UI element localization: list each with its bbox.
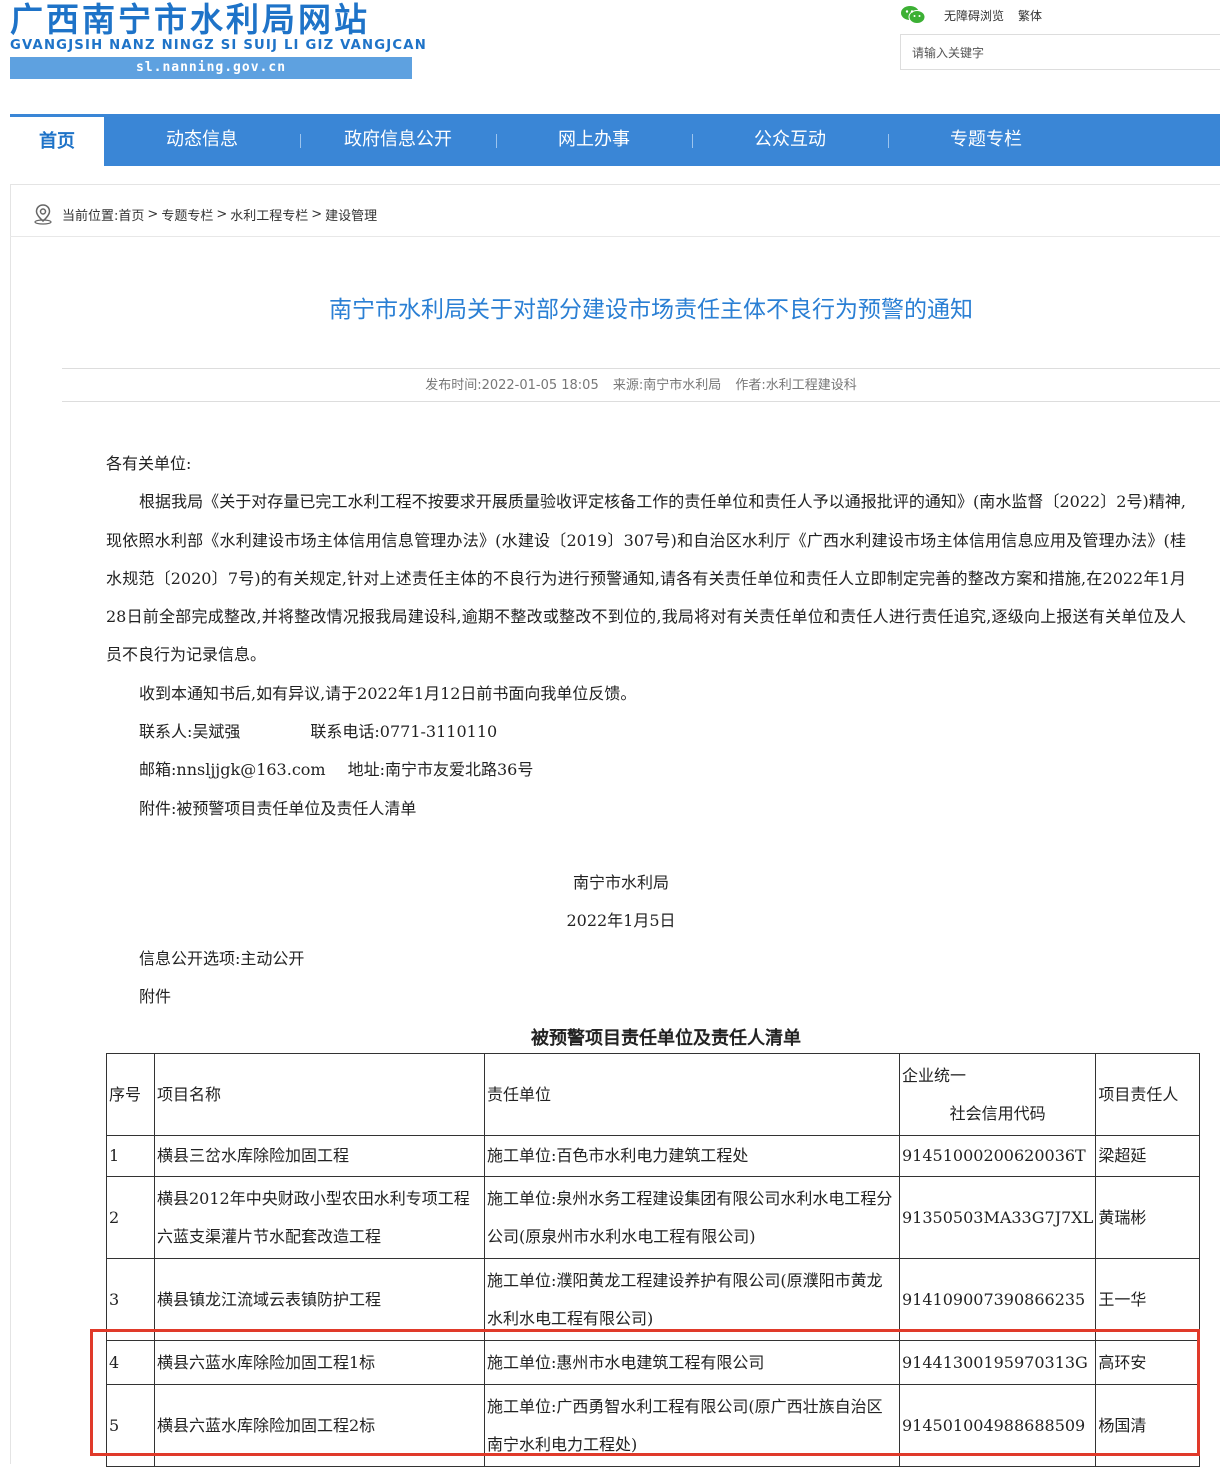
breadcrumb-special-topics[interactable]: 专题专栏 (161, 205, 213, 224)
nav-public-interaction[interactable]: 公众互动 (692, 114, 888, 166)
search-input[interactable] (901, 35, 1214, 71)
cell-project: 横县镇龙江流域云表镇防护工程 (154, 1258, 485, 1341)
breadcrumb: 当前位置: 首页 > 专题专栏 > 水利工程专栏 > 建设管理 (32, 203, 377, 225)
cell-code: 91350503MA33G7J7XL (898, 1176, 1097, 1259)
site-logo-url: sl.nanning.gov.cn (10, 57, 412, 79)
cell-unit: 施工单位:惠州市水电建筑工程有限公司 (484, 1340, 900, 1385)
site-logo-title[interactable]: 广西南宁市水利局网站 (10, 0, 370, 42)
signature-block: 南宁市水利局 2022年1月5日 (106, 864, 1136, 941)
cell-person: 梁超延 (1095, 1135, 1201, 1177)
contact-phone: 联系电话:0771-3110110 (310, 722, 498, 742)
cell-project: 横县三岔水库除险加固工程 (154, 1135, 485, 1177)
article-body: 各有关单位: 根据我局《关于对存量已完工水利工程不按要求开展质量验收评定核备工作… (106, 445, 1186, 828)
nav-home[interactable]: 首页 (10, 114, 104, 166)
main-nav: 首页 动态信息 政府信息公开 网上办事 公众互动 专题专栏 (10, 114, 1220, 166)
disclosure-option: 信息公开选项:主动公开 (139, 949, 305, 968)
accessibility-link[interactable]: 无障碍浏览 (944, 7, 1004, 24)
cell-unit: 施工单位:广西勇智水利工程有限公司(原广西壮族自治区南宁水利电力工程处) (484, 1384, 900, 1467)
cell-no: 3 (106, 1258, 155, 1341)
contact-line: 联系人:吴斌强 联系电话:0771-3110110 (106, 713, 1186, 751)
table-title: 被预警项目责任单位及责任人清单 (531, 1028, 801, 1049)
paragraph-main: 根据我局《关于对存量已完工水利工程不按要求开展质量验收评定核备工作的责任单位和责… (106, 492, 1186, 665)
warning-list-table: 序号 项目名称 责任单位 企业统一 社会信用代码 项目责任人 1 横县三岔水库除… (106, 1053, 1201, 1467)
site-logo-pinyin: GVANGJSIH NANZ NINGZ SI SUIJ LI GIZ VANG… (10, 38, 427, 53)
cell-code: 914501004988688509 (898, 1384, 1097, 1467)
article-meta: 发布时间:2022-01-05 18:05 来源:南宁市水利局 作者:水利工程建… (62, 374, 1220, 393)
cell-person: 杨国清 (1095, 1384, 1201, 1467)
top-links: 无障碍浏览 繁体 (900, 4, 1056, 26)
breadcrumb-water-projects[interactable]: 水利工程专栏 (230, 205, 308, 224)
cell-project: 横县六蓝水库除险加固工程1标 (154, 1340, 485, 1385)
table-row: 5 横县六蓝水库除险加固工程2标 施工单位:广西勇智水利工程有限公司(原广西壮族… (106, 1384, 1201, 1467)
nav-news[interactable]: 动态信息 (104, 114, 300, 166)
header-person: 项目责任人 (1095, 1053, 1201, 1136)
header-credit-code-line1: 企业统一 (902, 1065, 967, 1085)
contact-person: 联系人:吴斌强 (139, 722, 241, 742)
table-row: 2 横县2012年中央财政小型农田水利专项工程六蓝支渠灌片节水配套改造工程 施工… (106, 1176, 1201, 1259)
cell-person: 高环安 (1095, 1340, 1201, 1385)
table-row: 1 横县三岔水库除险加固工程 施工单位:百色市水利电力建筑工程处 9145100… (106, 1135, 1201, 1177)
cell-code: 91441300195970313G (898, 1340, 1097, 1385)
breadcrumb-prefix: 当前位置: (62, 208, 119, 224)
header-project: 项目名称 (154, 1053, 485, 1136)
contact-address: 地址:南宁市友爱北路36号 (347, 760, 534, 780)
cell-person: 王一华 (1095, 1258, 1201, 1341)
cell-unit: 施工单位:百色市水利电力建筑工程处 (484, 1135, 900, 1177)
header-credit-code-line2: 社会信用代码 (949, 1103, 1046, 1123)
attachment-line: 附件:被预警项目责任单位及责任人清单 (139, 798, 417, 818)
email-line: 邮箱:nnsljjgk@163.com 地址:南宁市友爱北路36号 (106, 751, 1186, 789)
signature-date: 2022年1月5日 (566, 911, 676, 931)
paragraph-objection: 收到本通知书后,如有异议,请于2022年1月12日前书面向我单位反馈。 (139, 683, 637, 703)
site-header: 广西南宁市水利局网站 GVANGJSIH NANZ NINGZ SI SUIJ … (0, 0, 1220, 112)
article-author: 作者:水利工程建设科 (735, 378, 857, 393)
publish-time: 发布时间:2022-01-05 18:05 (425, 378, 599, 393)
cell-project: 横县2012年中央财政小型农田水利专项工程六蓝支渠灌片节水配套改造工程 (154, 1176, 485, 1259)
header-credit-code: 企业统一 社会信用代码 (898, 1053, 1097, 1136)
article-source: 来源:南宁市水利局 (612, 378, 722, 393)
breadcrumb-home[interactable]: 首页 (118, 205, 144, 224)
table-header-row: 序号 项目名称 责任单位 企业统一 社会信用代码 项目责任人 (106, 1053, 1201, 1136)
breadcrumb-separator: > (216, 206, 228, 222)
cell-unit: 施工单位:泉州水务工程建设集团有限公司水利水电工程分公司(原泉州市水利水电工程有… (484, 1176, 900, 1259)
cell-code: 914109007390866235 (898, 1258, 1097, 1341)
cell-person: 黄瑞彬 (1095, 1176, 1201, 1259)
breadcrumb-construction-management[interactable]: 建设管理 (325, 205, 377, 224)
breadcrumb-separator: > (311, 206, 323, 222)
breadcrumb-divider (10, 236, 1220, 237)
cell-no: 1 (106, 1135, 155, 1177)
traditional-chinese-link[interactable]: 繁体 (1018, 7, 1042, 24)
breadcrumb-separator: > (147, 206, 159, 222)
meta-divider-top (62, 368, 1220, 369)
salutation: 各有关单位: (106, 454, 192, 473)
contact-email: 邮箱:nnsljjgk@163.com (139, 760, 326, 780)
signature-org: 南宁市水利局 (572, 873, 669, 892)
wechat-icon[interactable] (900, 5, 926, 25)
table-row: 4 横县六蓝水库除险加固工程1标 施工单位:惠州市水电建筑工程有限公司 9144… (106, 1340, 1201, 1385)
header-no: 序号 (106, 1053, 155, 1136)
article-title: 南宁市水利局关于对部分建设市场责任主体不良行为预警的通知 (329, 297, 973, 323)
cell-no: 2 (106, 1176, 155, 1259)
attachment-label: 附件 (139, 987, 172, 1007)
cell-no: 4 (106, 1340, 155, 1385)
location-pin-icon (34, 204, 52, 225)
cell-code: 91451000200620036T (898, 1135, 1097, 1177)
disclosure-block: 信息公开选项:主动公开 附件 (106, 940, 1186, 1017)
nav-gov-info[interactable]: 政府信息公开 (300, 114, 496, 166)
header-unit: 责任单位 (484, 1053, 900, 1136)
cell-unit: 施工单位:濮阳黄龙工程建设养护有限公司(原濮阳市黄龙水利水电工程有限公司) (484, 1258, 900, 1341)
cell-project: 横县六蓝水库除险加固工程2标 (154, 1384, 485, 1467)
cell-no: 5 (106, 1384, 155, 1467)
nav-online-service[interactable]: 网上办事 (496, 114, 692, 166)
table-row: 3 横县镇龙江流域云表镇防护工程 施工单位:濮阳黄龙工程建设养护有限公司(原濮阳… (106, 1258, 1201, 1341)
search-box (900, 34, 1220, 71)
meta-divider-bottom (62, 401, 1220, 402)
nav-special-topics[interactable]: 专题专栏 (888, 114, 1084, 166)
